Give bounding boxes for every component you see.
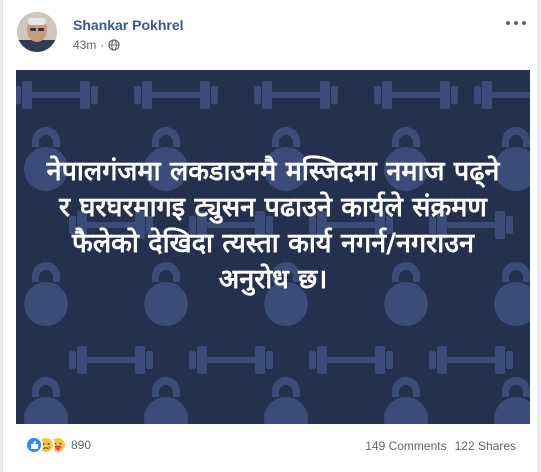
post-card: Shankar Pokhrel 43m · नेपालगंजमा लकडाउनम… [2, 0, 539, 472]
post-time[interactable]: 43m [73, 38, 96, 52]
post-meta: 43m · [73, 38, 120, 52]
reactions-summary[interactable]: 890 [25, 436, 91, 454]
more-dot-icon [514, 21, 518, 25]
more-options-button[interactable] [506, 16, 526, 30]
globe-icon[interactable] [108, 39, 120, 51]
like-reaction-icon [25, 436, 43, 454]
post-footer: 890 149 Comments 122 Shares [15, 430, 526, 460]
post-image[interactable]: नेपालगंजमा लकडाउनमै मस्जिदमा नमाज पढ्ने … [16, 70, 530, 424]
post-image-text: नेपालगंजमा लकडाउनमै मस्जिदमा नमाज पढ्ने … [46, 156, 500, 295]
separator-dot: · [100, 38, 105, 52]
more-dot-icon [506, 21, 510, 25]
comments-count-link[interactable]: 149 Comments [365, 439, 446, 453]
more-dot-icon [522, 21, 526, 25]
avatar[interactable] [17, 12, 57, 52]
reactions-count[interactable]: 890 [71, 438, 91, 452]
author-name[interactable]: Shankar Pokhrel [73, 17, 184, 33]
shares-count-link[interactable]: 122 Shares [455, 439, 516, 453]
profile-photo [17, 12, 57, 52]
engagement-stats: 149 Comments 122 Shares [365, 439, 516, 453]
